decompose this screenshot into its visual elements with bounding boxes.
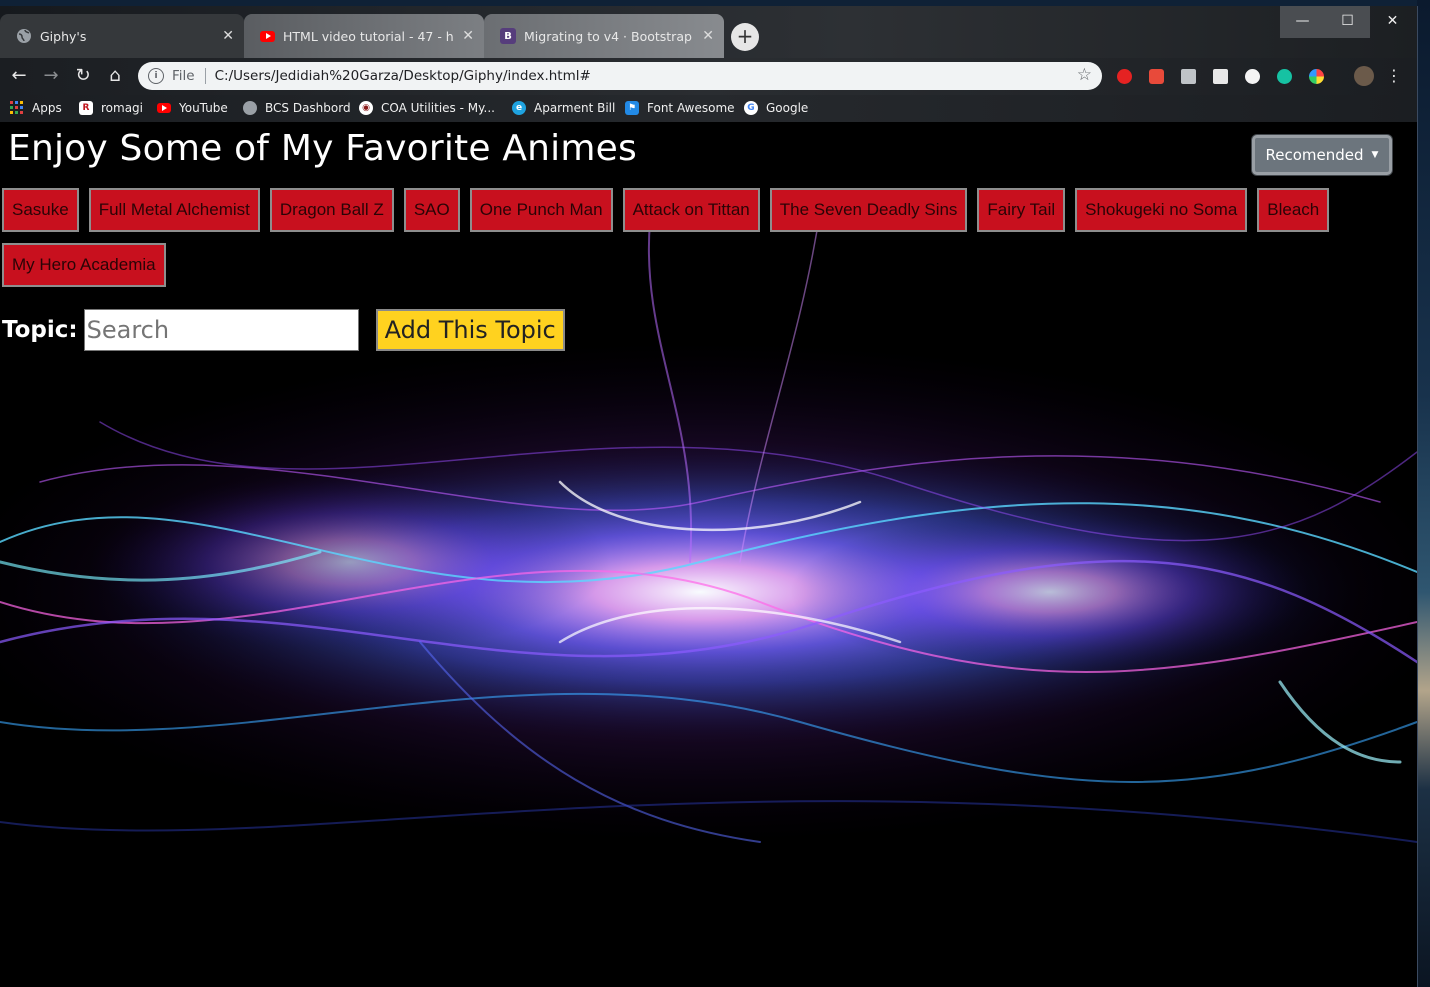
bookmark-label: romagi (101, 101, 144, 115)
bookmark-label: Google (766, 101, 809, 115)
counter-extension-icon[interactable] (1245, 69, 1260, 84)
bookmark-label: YouTube (179, 101, 228, 115)
bookmark-label: Aparment Bill (534, 101, 616, 115)
print-extension-icon[interactable] (1213, 69, 1228, 84)
flag-icon: ⚑ (625, 101, 639, 115)
new-tab-button[interactable]: + (731, 23, 759, 51)
tab-giphys[interactable]: Giphy's ✕ (0, 14, 244, 58)
topic-button-shokugeki-no-soma[interactable]: Shokugeki no Soma (1075, 188, 1248, 232)
close-tab-icon[interactable]: ✕ (462, 28, 474, 44)
bookmark-star-icon[interactable]: ☆ (1077, 65, 1092, 85)
topic-search-input[interactable] (83, 309, 359, 351)
youtube-icon (260, 30, 275, 42)
topic-button-my-hero-academia[interactable]: My Hero Academia (2, 243, 166, 287)
video-extension-icon[interactable] (1149, 69, 1164, 84)
bookmark-google[interactable]: G Google (744, 99, 808, 117)
browser-window: Giphy's ✕ HTML video tutorial - 47 - htm… (0, 6, 1418, 987)
color-picker-extension-icon[interactable] (1309, 69, 1324, 84)
globe-icon (16, 28, 32, 44)
drive-extension-icon[interactable] (1181, 69, 1196, 84)
home-icon[interactable]: ⌂ (103, 64, 127, 88)
profile-avatar[interactable] (1354, 66, 1374, 86)
bootstrap-icon: B (500, 28, 516, 44)
tab-strip: Giphy's ✕ HTML video tutorial - 47 - htm… (0, 6, 1417, 58)
caret-down-icon: ▼ (1371, 150, 1379, 160)
topic-buttons: Sasuke Full Metal Alchemist Dragon Ball … (2, 188, 1382, 287)
topic-button-dragon-ball-z[interactable]: Dragon Ball Z (269, 188, 394, 232)
topic-button-sao[interactable]: SAO (403, 188, 460, 232)
dropdown-label: Recomended (1265, 146, 1364, 164)
bookmarks-bar: Apps R romagi YouTube BCS Dashbord ◉ COA… (0, 95, 1417, 122)
url-scheme: File (172, 68, 206, 84)
apps-grid-icon (10, 101, 24, 115)
bookmark-label: BCS Dashbord (265, 101, 351, 115)
m-extension-icon[interactable] (1277, 69, 1292, 84)
tab-title: Giphy's (40, 28, 87, 44)
browser-toolbar: ← → ↻ ⌂ i File C:/Users/Jedidiah%20Garza… (0, 58, 1417, 95)
adblock-extension-icon[interactable] (1117, 69, 1132, 84)
topic-button-one-punch-man[interactable]: One Punch Man (469, 188, 613, 232)
bookmark-font-awesome[interactable]: ⚑ Font Awesome (625, 99, 735, 117)
close-tab-icon[interactable]: ✕ (222, 28, 234, 44)
bookmark-coa-utilities[interactable]: ◉ COA Utilities - My... (359, 99, 495, 117)
address-bar[interactable]: i File C:/Users/Jedidiah%20Garza/Desktop… (138, 62, 1102, 90)
topic-button-attack-on-tittan[interactable]: Attack on Tittan (622, 188, 760, 232)
topic-button-full-metal-alchemist[interactable]: Full Metal Alchemist (88, 188, 260, 232)
tab-title: Migrating to v4 · Bootstrap (524, 28, 692, 44)
maximize-button[interactable]: ☐ (1325, 6, 1370, 38)
bookmark-bcs-dashbord[interactable]: BCS Dashbord (243, 99, 351, 117)
tab-bootstrap[interactable]: B Migrating to v4 · Bootstrap ✕ (484, 14, 724, 58)
tab-title: HTML video tutorial - 47 - html ir (283, 28, 454, 44)
bookmark-label: COA Utilities - My... (381, 101, 495, 115)
topic-button-sasuke[interactable]: Sasuke (2, 188, 79, 232)
youtube-icon (157, 103, 171, 113)
topic-button-bleach[interactable]: Bleach (1257, 188, 1330, 232)
url-text[interactable]: C:/Users/Jedidiah%20Garza/Desktop/Giphy/… (215, 68, 591, 84)
topic-label: Topic: (2, 317, 78, 343)
close-window-button[interactable]: ✕ (1370, 6, 1415, 38)
forward-icon[interactable]: → (39, 64, 63, 88)
bookmark-label: Font Awesome (647, 101, 735, 115)
recomended-dropdown[interactable]: Recomended ▼ (1252, 135, 1392, 175)
minimize-button[interactable]: — (1280, 6, 1325, 38)
desktop-wallpaper (1417, 0, 1430, 987)
topic-button-fairy-tail[interactable]: Fairy Tail (977, 188, 1066, 232)
tab-html-tutorial[interactable]: HTML video tutorial - 47 - html ir ✕ (244, 14, 484, 58)
page-viewport: Enjoy Some of My Favorite Animes Recomen… (0, 122, 1417, 987)
add-topic-button[interactable]: Add This Topic (375, 309, 565, 351)
back-icon[interactable]: ← (7, 64, 31, 88)
romagi-icon: R (79, 101, 93, 115)
bookmark-aparment-bill[interactable]: e Aparment Bill (512, 99, 615, 117)
menu-kebab-icon[interactable]: ⋮ (1382, 64, 1406, 88)
bookmark-apps[interactable]: Apps (10, 99, 62, 117)
google-icon: G (744, 101, 758, 115)
bookmark-label: Apps (32, 101, 62, 115)
reload-icon[interactable]: ↻ (71, 64, 95, 88)
info-icon[interactable]: i (148, 68, 164, 84)
add-topic-form: Topic: Add This Topic (2, 309, 565, 351)
topic-button-seven-deadly-sins[interactable]: The Seven Deadly Sins (769, 188, 968, 232)
close-tab-icon[interactable]: ✕ (702, 28, 714, 44)
edge-icon: e (512, 101, 526, 115)
coa-icon: ◉ (359, 101, 373, 115)
bookmark-youtube[interactable]: YouTube (157, 99, 228, 117)
globe-icon (243, 101, 257, 115)
bookmark-romagi[interactable]: R romagi (79, 99, 143, 117)
page-title: Enjoy Some of My Favorite Animes (8, 128, 637, 169)
